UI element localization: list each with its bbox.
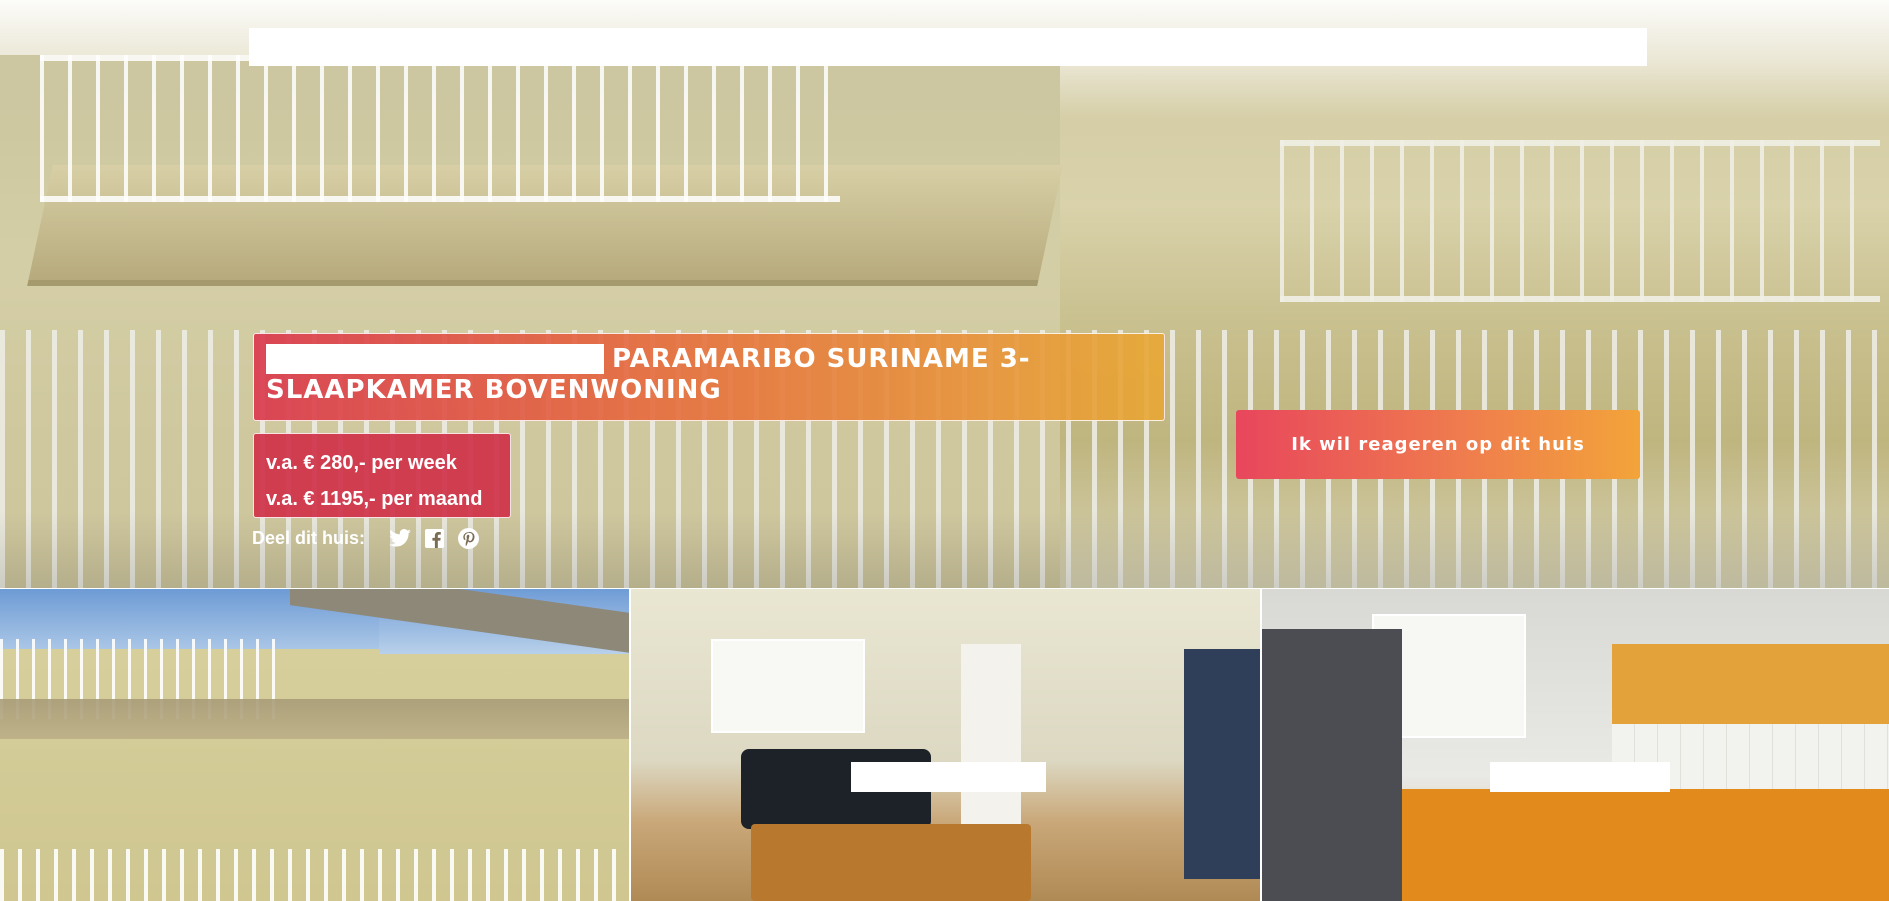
gallery-photo-exterior[interactable] [0, 589, 629, 901]
hero-balcony-railing-right [1280, 140, 1880, 302]
photo-redaction [851, 762, 1046, 792]
share-bar: Deel dit huis: [252, 525, 479, 551]
twitter-icon[interactable] [389, 527, 411, 549]
photo-window [711, 639, 865, 733]
share-label: Deel dit huis: [252, 527, 366, 548]
gallery-photo-kitchen[interactable] [1262, 589, 1889, 901]
photo-redaction [1490, 762, 1670, 792]
facebook-icon[interactable] [423, 527, 445, 549]
listing-title-box: PARAMARIBO SURINAME 3-SLAAPKAMER BOVENWO… [253, 333, 1165, 421]
respond-button[interactable]: Ik wil reageren op dit huis [1236, 410, 1640, 479]
photo-counter [1402, 789, 1889, 901]
photo-door [961, 644, 1021, 854]
title-redaction [266, 344, 604, 374]
photo-fridge [1184, 649, 1260, 879]
photo-table [751, 824, 1031, 901]
photo-gallery [0, 589, 1889, 901]
hero-balcony-railing [40, 55, 840, 202]
photo-facade [0, 589, 629, 901]
gallery-photo-living-room[interactable] [631, 589, 1260, 901]
price-box: v.a. € 280,- per week v.a. € 1195,- per … [253, 433, 511, 518]
price-per-month: v.a. € 1195,- per maand [266, 488, 483, 510]
header-bar [249, 28, 1647, 66]
pinterest-icon[interactable] [457, 527, 479, 549]
price-per-week: v.a. € 280,- per week [266, 452, 457, 474]
photo-upper-cabinets [1612, 644, 1889, 724]
photo-fridge [1262, 629, 1402, 901]
